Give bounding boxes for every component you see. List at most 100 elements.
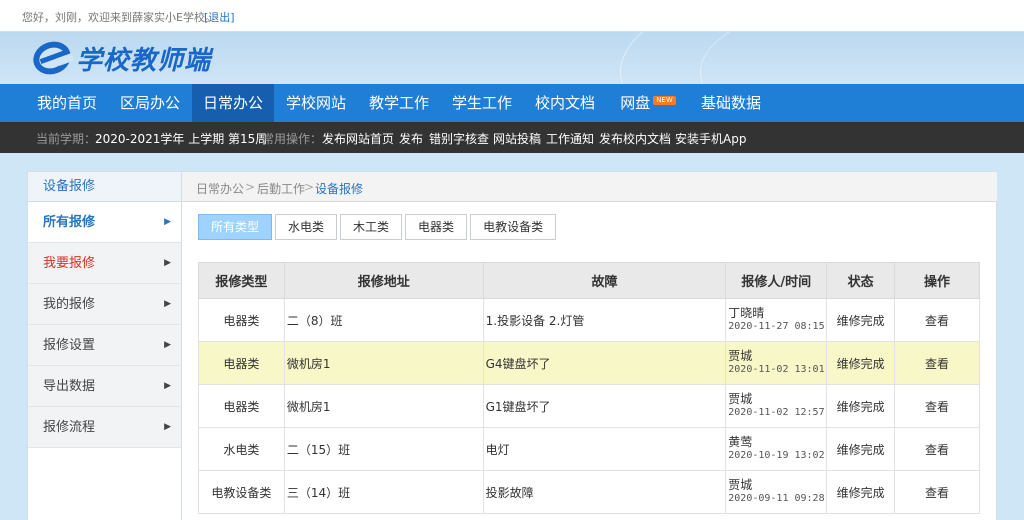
cell-type: 电器类 — [198, 384, 285, 428]
breadcrumb-current: 设备报修 — [315, 182, 364, 196]
cell-status: 维修完成 — [826, 427, 896, 471]
sidebar-item-new-repair[interactable]: 我要报修 ▶ — [28, 243, 181, 284]
nav-item-label: 学生工作 — [451, 94, 512, 112]
col-header-type: 报修类型 — [198, 262, 285, 299]
cell-action: 查看 — [894, 298, 980, 342]
cell-reporter: 贾城 2020-11-02 13:01 — [725, 341, 828, 385]
cell-address: 二（15）班 — [283, 427, 484, 471]
view-link[interactable]: 查看 — [925, 443, 949, 457]
sidebar-item-label: 导出数据 — [43, 379, 96, 394]
arrow-right-icon: ▶ — [164, 340, 171, 350]
nav-item-internal-docs[interactable]: 校内文档 — [524, 84, 606, 122]
tab-carpentry[interactable]: 木工类 — [340, 214, 403, 240]
header-banner: 学校教师端 — [0, 32, 1024, 84]
reporter-name: 丁晓晴 — [728, 306, 765, 320]
tab-av-equipment[interactable]: 电教设备类 — [470, 214, 557, 240]
cell-type: 水电类 — [198, 427, 285, 471]
cell-type: 电器类 — [198, 341, 285, 385]
cell-reporter: 丁晓晴 2020-11-27 08:15 — [725, 298, 828, 342]
arrow-right-icon: ▶ — [164, 299, 171, 309]
cell-status: 维修完成 — [826, 341, 896, 385]
op-install-app[interactable]: 安装手机App — [675, 130, 746, 147]
tab-plumbing-electric[interactable]: 水电类 — [275, 214, 338, 240]
nav-item-teaching[interactable]: 教学工作 — [358, 84, 440, 122]
report-time: 2020-11-02 13:01 — [728, 364, 825, 375]
op-typo-check[interactable]: 错别字核查 — [429, 130, 489, 147]
col-header-fault: 故障 — [482, 262, 727, 299]
view-link[interactable]: 查看 — [925, 400, 949, 414]
nav-item-district-office[interactable]: 区局办公 — [109, 84, 191, 122]
table-row: 水电类 二（15）班 电灯 黄莺 2020-10-19 13:02 维修完成 查看 — [198, 427, 980, 471]
op-publish[interactable]: 发布 — [399, 130, 423, 147]
op-website-submit[interactable]: 网站投稿 — [493, 130, 541, 147]
sidebar-item-my-repairs[interactable]: 我的报修 ▶ — [28, 284, 181, 325]
nav-item-label: 校内文档 — [534, 94, 595, 112]
nav-item-school-website[interactable]: 学校网站 — [275, 84, 357, 122]
cell-fault: 电灯 — [482, 427, 727, 471]
reporter-name: 贾城 — [728, 349, 753, 363]
view-link[interactable]: 查看 — [925, 314, 949, 328]
view-link[interactable]: 查看 — [925, 486, 949, 500]
arrow-right-icon: ▶ — [164, 422, 171, 432]
repairs-table: 报修类型 报修地址 故障 报修人/时间 状态 操作 电器类 二（8）班 1.投影… — [198, 262, 980, 514]
nav-item-label: 基础数据 — [700, 94, 761, 112]
op-publish-internal-doc[interactable]: 发布校内文档 — [599, 130, 671, 147]
new-badge: NEW — [653, 96, 676, 105]
cell-action: 查看 — [894, 427, 980, 471]
ops-label: 常用操作： — [262, 132, 323, 146]
table-header-row: 报修类型 报修地址 故障 报修人/时间 状态 操作 — [198, 262, 980, 299]
view-link[interactable]: 查看 — [925, 357, 949, 371]
nav-item-base-data[interactable]: 基础数据 — [690, 84, 772, 122]
term-label: 当前学期： — [36, 132, 97, 146]
sidebar-item-label: 报修流程 — [43, 420, 96, 435]
breadcrumb-item[interactable]: 日常办公 — [196, 180, 244, 197]
nav-item-daily-office[interactable]: 日常办公 — [192, 84, 274, 122]
reporter-name: 贾城 — [728, 478, 753, 492]
nav-item-label: 日常办公 — [202, 94, 263, 112]
op-work-notice[interactable]: 工作通知 — [546, 130, 594, 147]
nav-item-label: 我的首页 — [36, 94, 97, 112]
main-panel: 日常办公 > 后勤工作 > 设备报修 所有类型 水电类 木工类 电器类 电教设备… — [182, 171, 997, 520]
nav-item-netdisk[interactable]: 网盘 NEW — [607, 84, 689, 122]
cell-address: 二（8）班 — [283, 298, 484, 342]
tab-all-types[interactable]: 所有类型 — [198, 214, 273, 240]
cell-address: 微机房1 — [283, 341, 484, 385]
sidebar-item-repair-flow[interactable]: 报修流程 ▶ — [28, 407, 181, 448]
cell-reporter: 贾城 2020-11-02 12:57 — [725, 384, 828, 428]
cell-status: 维修完成 — [826, 384, 896, 428]
op-publish-homepage[interactable]: 发布网站首页 — [322, 130, 394, 147]
breadcrumb-item[interactable]: 后勤工作 — [257, 180, 305, 197]
nav-item-label: 区局办公 — [119, 94, 180, 112]
cell-action: 查看 — [894, 384, 980, 428]
tab-appliances[interactable]: 电器类 — [405, 214, 468, 240]
sidebar-item-all-repairs[interactable]: 所有报修 ▶ — [28, 202, 181, 243]
type-filter-tabs: 所有类型 水电类 木工类 电器类 电教设备类 — [198, 214, 557, 240]
site-logo[interactable]: 学校教师端 — [30, 36, 211, 80]
cell-action: 查看 — [894, 341, 980, 385]
cell-status: 维修完成 — [826, 470, 896, 514]
sidebar-item-repair-settings[interactable]: 报修设置 ▶ — [28, 325, 181, 366]
cell-fault: 投影故障 — [482, 470, 727, 514]
report-time: 2020-09-11 09:28 — [728, 493, 825, 504]
sidebar-item-label: 我要报修 — [43, 256, 96, 271]
cell-fault: 1.投影设备 2.灯管 — [482, 298, 727, 342]
col-header-status: 状态 — [826, 262, 896, 299]
logout-link[interactable]: [退出] — [204, 9, 235, 25]
breadcrumb: 日常办公 > 后勤工作 > 设备报修 — [182, 172, 997, 202]
table-row: 电器类 二（8）班 1.投影设备 2.灯管 丁晓晴 2020-11-27 08:1… — [198, 298, 980, 342]
table-row: 电教设备类 三（14）班 投影故障 贾城 2020-09-11 09:28 维修完… — [198, 470, 980, 514]
greeting-text: 您好，刘刚，欢迎来到薛家实小E学校。 — [22, 11, 216, 24]
table-row: 电器类 微机房1 G1键盘坏了 贾城 2020-11-02 12:57 维修完成 … — [198, 384, 980, 428]
cell-action: 查看 — [894, 470, 980, 514]
sidebar-item-export-data[interactable]: 导出数据 ▶ — [28, 366, 181, 407]
top-greeting-bar: 您好，刘刚，欢迎来到薛家实小E学校。 [退出] — [0, 0, 1024, 32]
cell-type: 电器类 — [198, 298, 285, 342]
col-header-address: 报修地址 — [283, 262, 484, 299]
nav-item-label: 教学工作 — [368, 94, 429, 112]
nav-item-home[interactable]: 我的首页 — [26, 84, 108, 122]
arrow-right-icon: ▶ — [164, 258, 171, 268]
arrow-right-icon: ▶ — [164, 381, 171, 391]
term-value: 2020-2021学年 上学期 第15周 — [95, 132, 268, 146]
report-time: 2020-10-19 13:02 — [728, 450, 825, 461]
nav-item-students[interactable]: 学生工作 — [441, 84, 523, 122]
